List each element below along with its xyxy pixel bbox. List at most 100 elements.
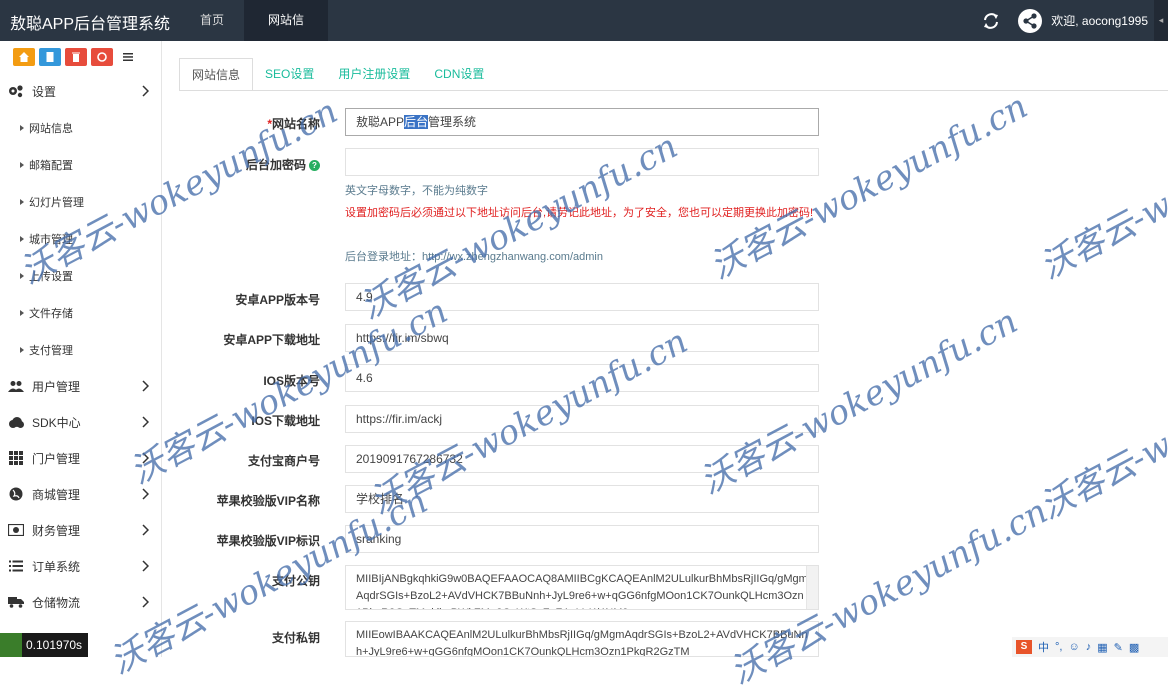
sidebar-subitem-upload[interactable]: 上传设置 (0, 257, 161, 294)
sidebar-item-mall[interactable]: 商城管理 (0, 476, 161, 512)
sidebar-item-label: 门户管理 (32, 451, 81, 466)
sidebar-subitem-site-info[interactable]: 网站信息 (0, 109, 161, 146)
sidebar-subitem-label: 支付管理 (29, 344, 73, 357)
toolbox-icon[interactable]: ▩ (1129, 641, 1139, 654)
microphone-icon[interactable]: ♪ (1086, 641, 1092, 653)
chevron-right-icon (142, 85, 149, 97)
admin-login-url: 后台登录地址：http://wx.zhengzhanwang.com/admin (345, 251, 603, 263)
pay-private-key-textarea[interactable]: MIIEowIBAAKCAQEAnlM2ULulkurBhMbsRjIIGq/g… (345, 621, 819, 657)
sidebar-item-label: 用户管理 (32, 379, 81, 394)
sidebar-item-sdk[interactable]: SDK中心 (0, 404, 161, 440)
site-name-selection: 后台 (404, 115, 429, 129)
sidebar-item-settings[interactable]: 设置 (0, 73, 161, 109)
top-right: 欢迎, aocong1995 ◂ (983, 0, 1168, 41)
caret-right-icon (20, 124, 24, 131)
pay-public-key-textarea[interactable]: MIIBIjANBgkqhkiG9w0BAQEFAAOCAQ8AMIIBCgKC… (345, 565, 819, 610)
sidebar-item-finance[interactable]: 财务管理 (0, 512, 161, 548)
ios-url-label: IOS下载地址 (251, 414, 320, 428)
site-name-label-text: 网站名称 (271, 117, 320, 131)
welcome-user[interactable]: 欢迎, aocong1995 (1051, 12, 1148, 29)
ime-language[interactable]: 中 (1038, 639, 1049, 655)
chevron-right-icon (142, 416, 149, 428)
avatar[interactable] (1017, 8, 1043, 34)
sidebar-item-label: 仓储物流 (32, 595, 81, 610)
site-name-label: *网站名称 (170, 115, 320, 132)
sidebar-item-label: 设置 (32, 84, 57, 99)
skin-icon[interactable]: ✎ (1114, 641, 1123, 654)
sidebar-subitem-storage[interactable]: 文件存储 (0, 294, 161, 331)
sidebar-subitem-label: 上传设置 (29, 270, 73, 283)
sidebar-subitem-email[interactable]: 邮箱配置 (0, 146, 161, 183)
alipay-id-label: 支付宝商户号 (247, 454, 320, 468)
main-content: 网站信息 SEO设置 用户注册设置 CDN设置 *网站名称 敖聪APP后台管理系… (162, 41, 1168, 657)
emoji-icon[interactable]: ☺ (1068, 641, 1079, 653)
nav-home[interactable]: 首页 (180, 0, 244, 41)
refresh-icon[interactable] (983, 12, 999, 29)
textarea-scrollbar[interactable] (806, 566, 818, 609)
apple-vip-code-input[interactable]: sranking (345, 525, 819, 553)
sidebar-subitem-label: 城市管理 (29, 233, 73, 246)
site-name-value-after: 管理系统 (428, 115, 477, 129)
users-icon (8, 378, 24, 394)
sidebar-item-orders[interactable]: 订单系统 (0, 548, 161, 584)
admin-code-label: 后台加密码? (170, 156, 320, 173)
admin-code-input[interactable] (345, 148, 819, 176)
tab-seo[interactable]: SEO设置 (253, 58, 326, 91)
chevron-right-icon (142, 524, 149, 536)
pay-private-key-label: 支付私钥 (271, 631, 320, 645)
chevron-right-icon (142, 560, 149, 572)
settings-tabs: 网站信息 SEO设置 用户注册设置 CDN设置 (179, 58, 496, 91)
tab-cdn[interactable]: CDN设置 (422, 58, 496, 91)
cloud-icon (8, 414, 24, 430)
trash-shortcut-icon[interactable] (65, 48, 87, 66)
load-timer: 0.101970s (0, 633, 88, 657)
document-shortcut-icon[interactable] (39, 48, 61, 66)
chevron-right-icon (142, 452, 149, 464)
punctuation-icon[interactable]: °, (1055, 641, 1062, 653)
sidebar-subitem-label: 邮箱配置 (29, 159, 73, 172)
home-shortcut-icon[interactable] (13, 48, 35, 66)
sidebar-item-label: 订单系统 (32, 559, 81, 574)
apple-vip-code-label: 苹果校验版VIP标识 (216, 534, 320, 548)
sidebar-subitem-payment[interactable]: 支付管理 (0, 331, 161, 368)
sidebar-subitem-city[interactable]: 城市管理 (0, 220, 161, 257)
recycle-shortcut-icon[interactable] (91, 48, 113, 66)
tab-site-info[interactable]: 网站信息 (179, 58, 254, 91)
sidebar-item-logistics[interactable]: 仓储物流 (0, 584, 161, 620)
ime-toolbar[interactable]: S 中 °, ☺ ♪ ▦ ✎ ▩ (1012, 637, 1168, 657)
sidebar-subitem-slides[interactable]: 幻灯片管理 (0, 183, 161, 220)
chevron-right-icon (142, 596, 149, 608)
android-url-input[interactable]: https://fir.im/sbwq (345, 324, 819, 352)
caret-right-icon (20, 198, 24, 205)
admin-code-warning: 设置加密码后必须通过以下地址访问后台,请劳记此地址，为了安全，您也可以定期更换此… (345, 207, 814, 219)
tab-user-register[interactable]: 用户注册设置 (326, 58, 422, 91)
ios-version-label: IOS版本号 (263, 374, 320, 388)
sidebar-item-portal[interactable]: 门户管理 (0, 440, 161, 476)
top-bar: 敖聪APP后台管理系统 首页 网站信息 欢迎, aocong1995 ◂ (0, 0, 1168, 68)
sidebar-toggle-icon[interactable]: ◂ (1154, 0, 1168, 41)
nav-site-info[interactable]: 网站信息 (244, 0, 329, 68)
grid-icon (8, 450, 24, 466)
android-version-label: 安卓APP版本号 (235, 293, 320, 307)
sidebar-item-label: SDK中心 (32, 415, 81, 430)
chevron-right-icon (142, 380, 149, 392)
list-shortcut-icon[interactable] (117, 48, 139, 66)
keyboard-icon[interactable]: ▦ (1097, 641, 1107, 654)
android-version-input[interactable]: 4.9 (345, 283, 819, 311)
site-name-input[interactable]: 敖聪APP后台管理系统 (345, 108, 819, 136)
alipay-id-input[interactable]: 2019091767286732 (345, 445, 819, 473)
tab-divider (179, 90, 1168, 91)
caret-right-icon (20, 309, 24, 316)
pay-public-key-value: MIIBIjANBgkqhkiG9w0BAQEFAAOCAQ8AMIIBCgKC… (356, 573, 808, 609)
ios-url-input[interactable]: https://fir.im/ackj (345, 405, 819, 433)
help-icon[interactable]: ? (309, 160, 320, 172)
sidebar-item-users[interactable]: 用户管理 (0, 368, 161, 404)
apple-vip-name-input[interactable]: 学校排名 (345, 485, 819, 513)
caret-right-icon (20, 235, 24, 242)
android-url-label: 安卓APP下载地址 (223, 333, 320, 347)
admin-code-label-text: 后台加密码 (245, 158, 306, 172)
top-nav: 首页 网站信息 (180, 0, 329, 68)
chevron-right-icon (142, 488, 149, 500)
gears-icon (8, 83, 24, 99)
ios-version-input[interactable]: 4.6 (345, 364, 819, 392)
